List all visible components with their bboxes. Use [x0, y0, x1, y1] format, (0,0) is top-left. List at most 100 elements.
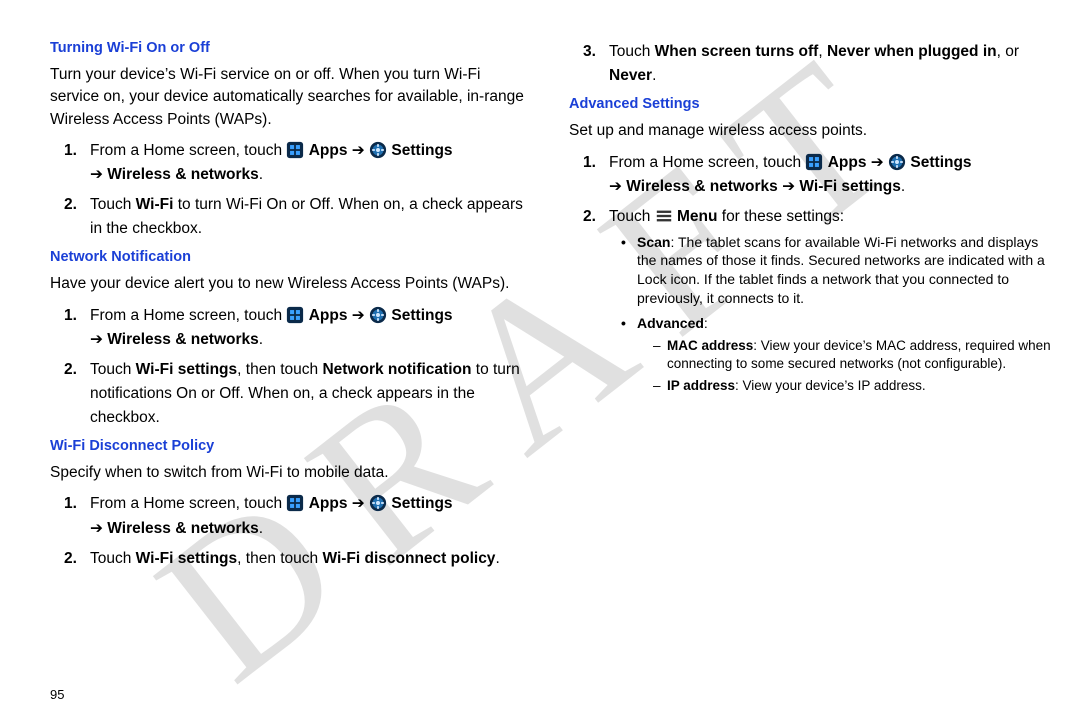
step-number: 2.	[64, 358, 77, 382]
step-number: 2.	[583, 205, 596, 229]
step-text: , then touch	[237, 550, 322, 567]
heading-advanced-settings: Advanced Settings	[569, 96, 1052, 112]
list-item: Advanced: MAC address: View your device’…	[609, 314, 1052, 396]
steps-turning-wifi: 1. From a Home screen, touch Apps ➔ Sett…	[50, 139, 533, 241]
step-text: Touch	[90, 196, 136, 213]
step-text: , then touch	[237, 361, 322, 378]
arrow-icon: ➔	[871, 154, 888, 171]
advanced-sublist: MAC address: View your device’s MAC addr…	[637, 337, 1052, 396]
arrow-icon: ➔	[90, 166, 107, 183]
wireless-networks-label: Wireless & networks	[107, 520, 258, 537]
step-number: 3.	[583, 40, 596, 64]
left-column: Turning Wi-Fi On or Off Turn your device…	[50, 40, 551, 700]
wifi-label: Wi-Fi	[136, 196, 174, 213]
step-text-prefix: From a Home screen, touch	[609, 154, 805, 171]
intro-disconnect-policy: Specify when to switch from Wi-Fi to mob…	[50, 462, 533, 484]
wifi-settings-label: Wi-Fi settings	[136, 361, 237, 378]
network-notification-label: Network notification	[322, 361, 471, 378]
intro-turning-wifi: Turn your device’s Wi-Fi service on or o…	[50, 64, 533, 131]
step-row: 2. Touch Menu for these settings: Scan: …	[569, 205, 1052, 396]
step-row: 1. From a Home screen, touch Apps ➔ Sett…	[569, 151, 1052, 199]
option-advanced-colon: :	[704, 315, 708, 331]
step-text: .	[652, 67, 656, 84]
menu-options-list: Scan: The tablet scans for available Wi-…	[609, 233, 1052, 396]
mac-address-label: MAC address	[667, 338, 753, 353]
period: .	[901, 178, 905, 195]
step-row: 3. Touch When screen turns off, Never wh…	[569, 40, 1052, 88]
apps-label: Apps	[828, 154, 867, 171]
step-number: 1.	[64, 139, 77, 163]
wireless-networks-label: Wireless & networks	[626, 178, 777, 195]
step-text: Touch	[609, 43, 655, 60]
apps-icon	[286, 306, 304, 324]
right-column: 3. Touch When screen turns off, Never wh…	[551, 40, 1052, 700]
arrow-icon: ➔	[90, 331, 107, 348]
steps-network-notification: 1. From a Home screen, touch Apps ➔ Sett…	[50, 304, 533, 430]
step-text-prefix: From a Home screen, touch	[90, 495, 286, 512]
step-text: ,	[818, 43, 827, 60]
settings-icon	[888, 153, 906, 171]
option-plugged-in: Never when plugged in	[827, 43, 997, 60]
option-scan-desc: : The tablet scans for available Wi-Fi n…	[637, 234, 1045, 307]
wifi-settings-label: Wi-Fi settings	[136, 550, 237, 567]
step-row: 2. Touch Wi-Fi to turn Wi-Fi On or Off. …	[50, 193, 533, 241]
step-number: 2.	[64, 547, 77, 571]
manual-page: Turning Wi-Fi On or Off Turn your device…	[0, 0, 1080, 720]
heading-network-notification: Network Notification	[50, 249, 533, 265]
steps-disconnect-policy-cont: 3. Touch When screen turns off, Never wh…	[569, 40, 1052, 88]
step-number: 1.	[583, 151, 596, 175]
wireless-networks-label: Wireless & networks	[107, 331, 258, 348]
period: .	[259, 166, 263, 183]
step-text-prefix: From a Home screen, touch	[90, 307, 286, 324]
step-text: for these settings:	[717, 208, 844, 225]
step-number: 1.	[64, 304, 77, 328]
wifi-settings-label: Wi-Fi settings	[799, 178, 900, 195]
list-item: Scan: The tablet scans for available Wi-…	[609, 233, 1052, 309]
option-advanced: Advanced	[637, 315, 704, 331]
settings-icon	[369, 306, 387, 324]
step-text: .	[495, 550, 499, 567]
step-text: , or	[997, 43, 1019, 60]
menu-icon	[655, 207, 673, 225]
option-scan: Scan	[637, 234, 670, 250]
arrow-icon: ➔	[778, 178, 800, 195]
settings-label: Settings	[391, 142, 452, 159]
step-text: Touch	[90, 550, 136, 567]
step-row: 2. Touch Wi-Fi settings, then touch Wi-F…	[50, 547, 533, 571]
settings-icon	[369, 494, 387, 512]
ip-address-desc: : View your device’s IP address.	[735, 378, 926, 393]
step-row: 1. From a Home screen, touch Apps ➔ Sett…	[50, 139, 533, 187]
steps-advanced-settings: 1. From a Home screen, touch Apps ➔ Sett…	[569, 151, 1052, 396]
heading-disconnect-policy: Wi-Fi Disconnect Policy	[50, 438, 533, 454]
step-text: Touch	[609, 208, 655, 225]
list-item: IP address: View your device’s IP addres…	[637, 377, 1052, 395]
arrow-icon: ➔	[90, 520, 107, 537]
intro-advanced-settings: Set up and manage wireless access points…	[569, 120, 1052, 142]
arrow-icon: ➔	[352, 307, 369, 324]
option-never: Never	[609, 67, 652, 84]
step-row: 1. From a Home screen, touch Apps ➔ Sett…	[50, 492, 533, 540]
intro-network-notification: Have your device alert you to new Wirele…	[50, 273, 533, 295]
settings-label: Settings	[391, 307, 452, 324]
settings-label: Settings	[910, 154, 971, 171]
apps-icon	[805, 153, 823, 171]
settings-label: Settings	[391, 495, 452, 512]
apps-label: Apps	[309, 495, 348, 512]
arrow-icon: ➔	[609, 178, 626, 195]
apps-label: Apps	[309, 307, 348, 324]
apps-label: Apps	[309, 142, 348, 159]
apps-icon	[286, 494, 304, 512]
step-number: 2.	[64, 193, 77, 217]
menu-label: Menu	[677, 208, 717, 225]
period: .	[259, 331, 263, 348]
steps-disconnect-policy: 1. From a Home screen, touch Apps ➔ Sett…	[50, 492, 533, 570]
list-item: MAC address: View your device’s MAC addr…	[637, 337, 1052, 373]
settings-icon	[369, 141, 387, 159]
step-row: 1. From a Home screen, touch Apps ➔ Sett…	[50, 304, 533, 352]
arrow-icon: ➔	[352, 495, 369, 512]
step-text-prefix: From a Home screen, touch	[90, 142, 286, 159]
ip-address-label: IP address	[667, 378, 735, 393]
heading-turning-wifi: Turning Wi-Fi On or Off	[50, 40, 533, 56]
wireless-networks-label: Wireless & networks	[107, 166, 258, 183]
step-number: 1.	[64, 492, 77, 516]
